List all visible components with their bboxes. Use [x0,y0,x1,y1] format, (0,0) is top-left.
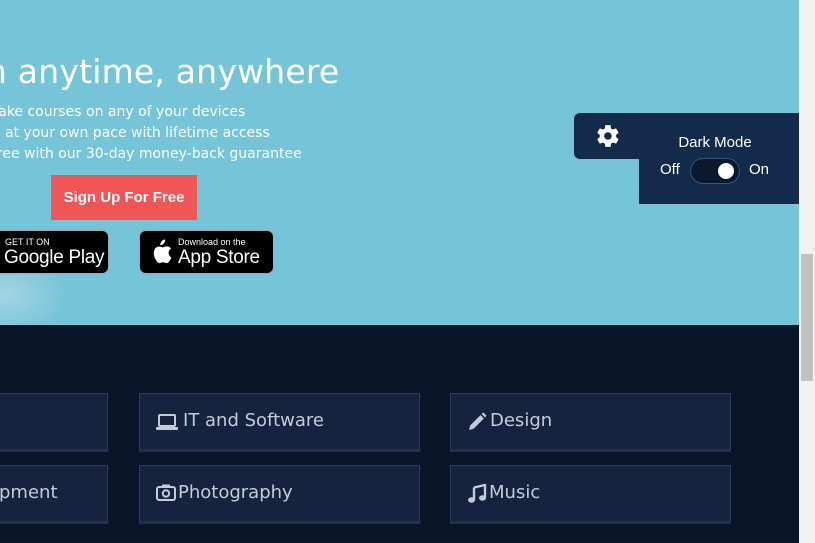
sign-up-button[interactable]: Sign Up For Free [51,175,197,220]
category-label: IT and Software [183,410,324,431]
app-store-badge[interactable]: Download on the App Store [139,230,274,274]
category-card-design[interactable]: Design [450,393,731,452]
category-label: Photography [178,482,293,503]
app-store-small-text: Download on the [178,237,246,247]
dark-mode-off-label: Off [660,161,680,178]
category-label: pment [0,482,58,503]
page: n anytime, anywhere Take courses on any … [0,0,799,543]
hero-benefit: free with our 30-day money-back guarante… [0,146,302,162]
category-label: Design [490,410,553,431]
toggle-knob [718,163,734,179]
category-card-it-and-software[interactable]: IT and Software [139,393,420,452]
hero-benefit: Take courses on any of your devices [0,104,246,120]
hero-title: n anytime, anywhere [0,52,340,91]
dark-mode-title: Dark Mode [678,134,752,151]
music-note-icon [468,484,487,503]
category-card-music[interactable]: Music [450,465,731,524]
laptop-icon [156,414,178,430]
scrollbar-thumb[interactable] [801,254,813,381]
categories-section: IT and Software Design pment Photography [0,325,799,543]
category-label: Music [489,482,541,503]
google-play-big-text: Google Play [4,247,105,268]
apple-icon [153,239,172,264]
dark-mode-on-label: On [749,161,770,178]
hero-benefit: o at your own pace with lifetime access [0,125,270,141]
google-play-badge[interactable]: GET IT ON Google Play [0,230,109,274]
page-scrollbar[interactable] [799,0,815,543]
camera-icon [156,484,176,501]
dark-mode-panel: Dark Mode Off On [639,113,799,204]
pencil-icon [469,412,487,430]
category-card[interactable] [0,393,108,452]
category-card[interactable]: pment [0,465,108,524]
google-play-small-text: GET IT ON [5,237,50,247]
dark-mode-toggle[interactable] [690,158,740,184]
category-card-photography[interactable]: Photography [139,465,420,524]
gear-icon [597,125,619,147]
hero-benefits-list: Take courses on any of your devices o at… [0,102,302,165]
app-store-big-text: App Store [178,247,260,268]
